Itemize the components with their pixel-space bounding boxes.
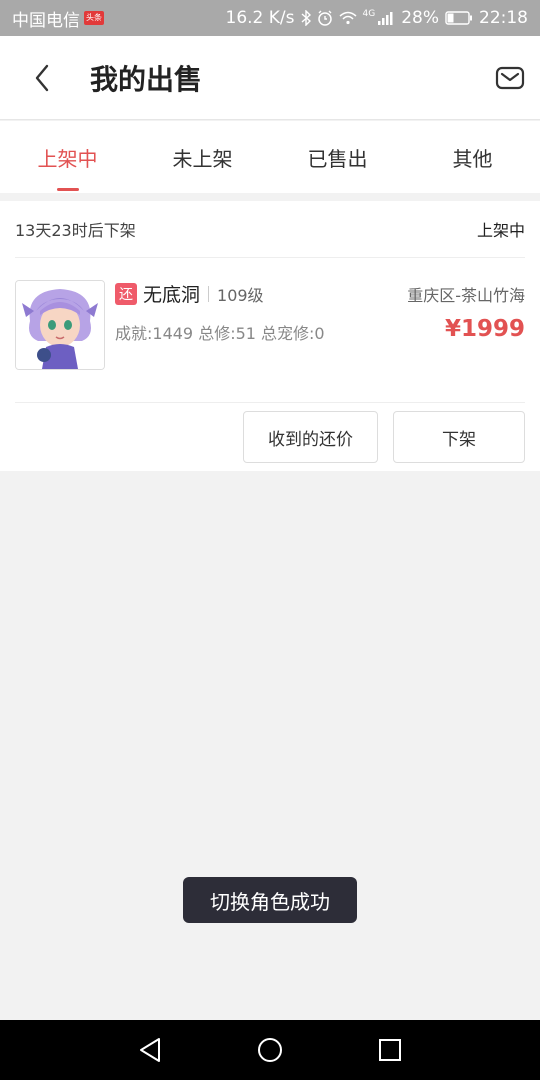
role-name-line: 还 无底洞 109级 xyxy=(115,280,264,307)
listing-item[interactable]: 还 无底洞 109级 重庆区-茶山竹海 成就:1449 总修:51 总宠修:0 … xyxy=(15,258,525,403)
listing-actions: 收到的还价 下架 xyxy=(0,403,540,471)
listing-state: 上架中 xyxy=(476,221,525,240)
role-name: 无底洞 xyxy=(143,284,201,306)
divider xyxy=(208,285,210,302)
network-type: 4G xyxy=(362,9,376,19)
listing-header: 13天23时后下架 上架中 xyxy=(15,201,525,258)
return-badge: 还 xyxy=(115,282,137,305)
news-app-icon: 头条 xyxy=(84,11,104,25)
delist-button[interactable]: 下架 xyxy=(393,411,525,463)
header: 我的出售 xyxy=(0,36,540,120)
status-bar: 中国电信 头条 16.2 K/s 4G 28% 22:18 xyxy=(0,0,540,36)
battery-percent: 28% xyxy=(401,8,439,28)
status-left: 中国电信 头条 xyxy=(12,6,104,31)
remaining-time: 13天23时后下架 xyxy=(15,221,136,240)
tab-sold[interactable]: 已售出 xyxy=(270,121,405,193)
circle-home-icon xyxy=(258,1038,282,1062)
square-recents-icon xyxy=(379,1039,401,1061)
alarm-icon xyxy=(317,10,332,26)
triangle-back-icon xyxy=(140,1038,160,1062)
tab-bar: 上架中 未上架 已售出 其他 xyxy=(0,121,540,193)
tab-unlisted[interactable]: 未上架 xyxy=(135,121,270,193)
net-speed: 16.2 K/s xyxy=(225,8,295,28)
listing-card: 13天23时后下架 上架中 还 无底洞 109级 重庆区-茶山竹海 成就:144… xyxy=(0,201,540,471)
page-title: 我的出售 xyxy=(90,63,203,96)
signal-icon xyxy=(378,12,393,25)
nav-back-button[interactable] xyxy=(131,1031,169,1069)
toast-message: 切换角色成功 xyxy=(183,877,357,923)
mail-icon xyxy=(495,66,525,90)
battery-icon xyxy=(445,11,472,25)
mail-button[interactable] xyxy=(494,62,526,94)
character-portrait xyxy=(16,281,104,369)
tab-listed[interactable]: 上架中 xyxy=(0,121,135,193)
server-name: 重庆区-茶山竹海 xyxy=(407,286,525,305)
role-level: 109级 xyxy=(217,285,264,305)
received-offers-button[interactable]: 收到的还价 xyxy=(243,411,378,463)
system-nav-bar xyxy=(0,1020,540,1080)
chevron-left-icon xyxy=(35,64,49,92)
status-right: 16.2 K/s 4G 28% 22:18 xyxy=(226,8,529,28)
carrier-name: 中国电信 xyxy=(12,10,80,31)
nav-recents-button[interactable] xyxy=(371,1031,409,1069)
character-avatar xyxy=(15,280,105,370)
back-button[interactable] xyxy=(24,60,60,96)
tab-other[interactable]: 其他 xyxy=(405,121,540,193)
price: ¥1999 xyxy=(444,316,525,342)
bluetooth-icon xyxy=(301,10,311,26)
clock: 22:18 xyxy=(479,8,528,28)
role-stats: 成就:1449 总修:51 总宠修:0 xyxy=(115,324,325,343)
wifi-icon xyxy=(339,11,356,25)
nav-home-button[interactable] xyxy=(251,1031,289,1069)
